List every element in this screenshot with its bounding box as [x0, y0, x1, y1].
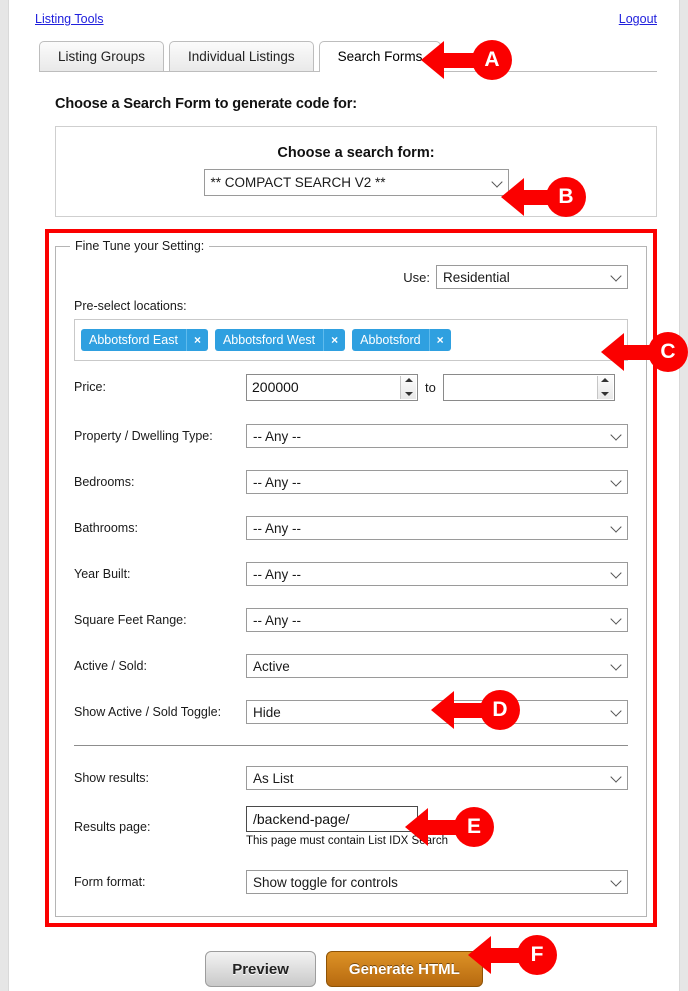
- bedrooms-label: Bedrooms:: [74, 475, 135, 489]
- remove-tag-icon[interactable]: ×: [185, 329, 208, 351]
- use-select[interactable]: Residential: [436, 265, 628, 289]
- year-built-value: -- Any --: [253, 566, 302, 582]
- section-divider: [74, 745, 628, 746]
- property-type-select[interactable]: -- Any --: [246, 424, 628, 448]
- preselect-locations-label: Pre-select locations:: [74, 299, 187, 313]
- location-tag-label: Abbotsford West: [222, 333, 316, 347]
- chevron-down-icon: [610, 875, 622, 887]
- results-page-hint: This page must contain List IDX Search: [246, 835, 448, 847]
- show-results-row: Show results: As List: [74, 750, 628, 806]
- location-tag[interactable]: Abbotsford ×: [352, 329, 451, 351]
- bathrooms-select[interactable]: -- Any --: [246, 516, 628, 540]
- chevron-down-icon: [610, 771, 622, 783]
- location-tag[interactable]: Abbotsford East ×: [81, 329, 208, 351]
- choose-search-form-panel: Choose a search form: ** COMPACT SEARCH …: [55, 126, 657, 217]
- choose-form-select-wrap: ** COMPACT SEARCH V2 **: [70, 169, 642, 196]
- active-sold-row: Active / Sold: Active: [74, 643, 628, 689]
- tab-listing-groups[interactable]: Listing Groups: [39, 41, 165, 71]
- active-sold-value: Active: [253, 658, 290, 674]
- results-page-value: /backend-page/: [253, 811, 350, 827]
- show-active-sold-toggle-label: Show Active / Sold Toggle:: [74, 705, 222, 719]
- bedrooms-row: Bedrooms: -- Any --: [74, 459, 628, 505]
- results-page-input[interactable]: /backend-page/: [246, 806, 418, 832]
- action-button-bar: Preview Generate HTML: [9, 951, 679, 987]
- bedrooms-value: -- Any --: [253, 474, 302, 490]
- square-feet-label: Square Feet Range:: [74, 613, 187, 627]
- page-heading: Choose a Search Form to generate code fo…: [55, 96, 357, 112]
- use-row: Use: Residential: [68, 265, 628, 289]
- fine-tune-highlight-box: Fine Tune your Setting: Use: Residential…: [45, 229, 657, 927]
- remove-tag-icon[interactable]: ×: [428, 329, 451, 351]
- price-max-stepper[interactable]: [596, 375, 613, 399]
- form-format-select[interactable]: Show toggle for controls: [246, 870, 628, 894]
- results-page-label: Results page:: [74, 820, 151, 834]
- location-tag-label: Abbotsford: [360, 333, 421, 347]
- property-type-row: Property / Dwelling Type: -- Any --: [74, 413, 628, 459]
- square-feet-value: -- Any --: [253, 612, 302, 628]
- use-label: Use:: [403, 269, 430, 285]
- chevron-down-icon: [610, 567, 622, 579]
- bathrooms-value: -- Any --: [253, 520, 302, 536]
- show-active-sold-toggle-row: Show Active / Sold Toggle: Hide: [74, 689, 628, 735]
- price-row: Price: 200000 to: [74, 361, 628, 413]
- logout-link[interactable]: Logout: [619, 12, 657, 26]
- price-min-stepper[interactable]: [400, 375, 416, 399]
- tab-search-forms[interactable]: Search Forms: [318, 41, 442, 72]
- property-type-label: Property / Dwelling Type:: [74, 429, 213, 443]
- bathrooms-row: Bathrooms: -- Any --: [74, 505, 628, 551]
- chevron-down-icon: [610, 475, 622, 487]
- price-label: Price:: [74, 380, 106, 394]
- bathrooms-label: Bathrooms:: [74, 521, 138, 535]
- show-results-label: Show results:: [74, 771, 150, 785]
- square-feet-select[interactable]: -- Any --: [246, 608, 628, 632]
- year-built-label: Year Built:: [74, 567, 131, 581]
- remove-tag-icon[interactable]: ×: [323, 329, 345, 351]
- price-controls: 200000 to: [246, 373, 628, 401]
- search-form-select-value: ** COMPACT SEARCH V2 **: [210, 175, 386, 190]
- show-active-sold-toggle-value: Hide: [253, 704, 281, 720]
- bedrooms-select[interactable]: -- Any --: [246, 470, 628, 494]
- preview-button[interactable]: Preview: [205, 951, 316, 987]
- search-form-select[interactable]: ** COMPACT SEARCH V2 **: [203, 169, 509, 196]
- preselect-locations-tagbox[interactable]: Abbotsford East × Abbotsford West × Abbo…: [74, 319, 628, 361]
- square-feet-row: Square Feet Range: -- Any --: [74, 597, 628, 643]
- year-built-row: Year Built: -- Any --: [74, 551, 628, 597]
- show-results-select[interactable]: As List: [246, 766, 628, 790]
- page-container: Listing Tools Logout Listing Groups Indi…: [8, 0, 688, 991]
- chevron-down-icon: [490, 175, 503, 188]
- listing-tools-link[interactable]: Listing Tools: [35, 12, 104, 26]
- chevron-down-icon: [610, 521, 622, 533]
- use-select-value: Residential: [443, 269, 510, 285]
- chevron-down-icon: [610, 705, 622, 717]
- top-links-bar: Listing Tools Logout: [9, 0, 679, 32]
- form-format-row: Form format: Show toggle for controls: [74, 862, 628, 902]
- chevron-down-icon: [610, 429, 622, 441]
- form-format-label: Form format:: [74, 875, 146, 889]
- price-min-input[interactable]: 200000: [246, 373, 418, 401]
- location-tag[interactable]: Abbotsford West ×: [214, 329, 346, 351]
- tab-bar: Listing Groups Individual Listings Searc…: [39, 40, 657, 72]
- price-max-input[interactable]: [442, 373, 615, 401]
- year-built-select[interactable]: -- Any --: [246, 562, 628, 586]
- property-type-value: -- Any --: [253, 428, 302, 444]
- active-sold-select[interactable]: Active: [246, 654, 628, 678]
- tab-individual-listings[interactable]: Individual Listings: [169, 41, 314, 71]
- form-format-value: Show toggle for controls: [253, 874, 398, 890]
- show-active-sold-toggle-select[interactable]: Hide: [246, 700, 628, 724]
- results-page-row: Results page: /backend-page/ This page m…: [74, 806, 628, 862]
- price-to-label: to: [425, 379, 436, 395]
- chevron-down-icon: [610, 659, 622, 671]
- choose-form-title: Choose a search form:: [277, 145, 435, 161]
- chevron-down-icon: [610, 613, 622, 625]
- chevron-down-icon: [610, 270, 622, 282]
- show-results-value: As List: [253, 770, 294, 786]
- fine-tune-legend: Fine Tune your Setting:: [75, 239, 205, 253]
- active-sold-label: Active / Sold:: [74, 659, 147, 673]
- price-min-value: 200000: [252, 379, 299, 395]
- location-tag-label: Abbotsford East: [89, 333, 178, 347]
- generate-html-button[interactable]: Generate HTML: [325, 951, 483, 987]
- fine-tune-fieldset: Fine Tune your Setting: Use: Residential…: [55, 239, 647, 917]
